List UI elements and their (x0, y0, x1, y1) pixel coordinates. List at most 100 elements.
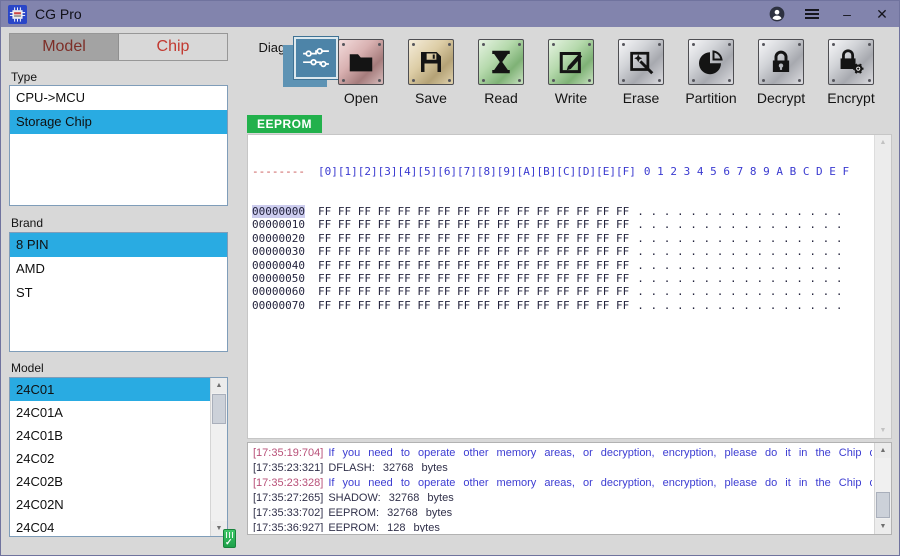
magic-wand-icon (618, 39, 664, 85)
toolbar-button-label: Write (555, 90, 587, 106)
hex-address[interactable]: 00000040 (252, 259, 305, 272)
toolbar-button-label: Save (415, 90, 447, 106)
hex-address[interactable]: 00000070 (252, 299, 305, 312)
log-timestamp: [17:35:23:321] (253, 462, 323, 474)
pie-chart-icon (688, 39, 734, 85)
hex-address[interactable]: 00000020 (252, 232, 305, 245)
hex-content: --------[0][1][2][3][4][5][6][7][8][9][A… (252, 138, 874, 436)
toolbar: Open Save Read Write Erase Partition Decrypt En… (338, 39, 874, 106)
list-item-8-pin[interactable]: 8 PIN (10, 233, 227, 257)
hex-bytes[interactable]: FF FF FF FF FF FF FF FF FF FF FF FF FF F… (318, 259, 629, 272)
hex-bytes[interactable]: FF FF FF FF FF FF FF FF FF FF FF FF FF F… (318, 205, 629, 218)
hex-ascii-header: 0 1 2 3 4 5 6 7 8 9 A B C D E F (644, 165, 849, 178)
close-icon[interactable]: ✕ (872, 4, 892, 24)
list-item-24c01a[interactable]: 24C01A (10, 401, 211, 424)
toolbar-button-encrypt[interactable]: Encrypt (828, 39, 874, 106)
list-item-st[interactable]: ST (10, 281, 227, 305)
log-timestamp: [17:35:23:328] (253, 477, 323, 489)
hex-address[interactable]: 00000010 (252, 218, 305, 231)
list-item-24c02[interactable]: 24C02 (10, 447, 211, 470)
list-item-24c01[interactable]: 24C01 (10, 378, 211, 401)
hex-address[interactable]: 00000030 (252, 245, 305, 258)
floppy-disk-icon (408, 39, 454, 85)
hex-row: 00000050 FF FF FF FF FF FF FF FF FF FF FF… (252, 272, 874, 285)
scrollbar-thumb[interactable] (876, 492, 890, 518)
menu-icon[interactable] (802, 4, 822, 24)
list-item-24c02b[interactable]: 24C02B (10, 470, 211, 493)
tab-bar: Model Chip (9, 33, 228, 61)
hex-bytes[interactable]: FF FF FF FF FF FF FF FF FF FF FF FF FF F… (318, 232, 629, 245)
toolbar-button-label: Partition (685, 90, 736, 106)
list-item-cpu-mcu[interactable]: CPU->MCU (10, 86, 227, 110)
toolbar-button-erase[interactable]: Erase (618, 39, 664, 106)
hex-bytes[interactable]: FF FF FF FF FF FF FF FF FF FF FF FF FF F… (318, 245, 629, 258)
scrollbar-thumb[interactable] (212, 394, 226, 424)
scroll-down-icon[interactable]: ▼ (875, 519, 891, 534)
list-item-24c02n[interactable]: 24C02N (10, 493, 211, 516)
account-icon[interactable] (767, 4, 787, 24)
hex-rows: 00000000 FF FF FF FF FF FF FF FF FF FF FF… (252, 205, 874, 312)
log-message: EEPROM: 128 bytes (328, 522, 440, 532)
tab-model[interactable]: Model (10, 34, 119, 60)
hourglass-icon (478, 39, 524, 85)
toolbar-button-read[interactable]: Read (478, 39, 524, 106)
hex-address[interactable]: 00000060 (252, 285, 305, 298)
hex-address[interactable]: 00000050 (252, 272, 305, 285)
window-title: CG Pro (35, 6, 82, 22)
pencil-square-icon (548, 39, 594, 85)
minimize-icon[interactable]: – (837, 4, 857, 24)
toolbar-button-partition[interactable]: Partition (688, 39, 734, 106)
padlock-icon (758, 39, 804, 85)
hex-ascii[interactable]: . . . . . . . . . . . . . . . . (637, 272, 842, 285)
hex-ascii[interactable]: . . . . . . . . . . . . . . . . (637, 245, 842, 258)
toolbar-button-write[interactable]: Write (548, 39, 594, 106)
type-label: Type (11, 70, 37, 84)
log-panel: [17:35:19:704]If you need to operate oth… (247, 442, 892, 535)
toolbar-button-label: Encrypt (827, 90, 874, 106)
log-timestamp: [17:35:19:704] (253, 447, 323, 459)
menu-bars (805, 7, 819, 21)
memory-area-badge[interactable]: EEPROM (247, 115, 322, 133)
log-timestamp: [17:35:36:927] (253, 522, 323, 532)
hex-ascii[interactable]: . . . . . . . . . . . . . . . . (637, 299, 842, 312)
tab-chip[interactable]: Chip (119, 34, 227, 60)
log-line: [17:35:27:265]SHADOW: 32768 bytes (253, 491, 872, 506)
log-line: [17:35:23:321]DFLASH: 32768 bytes (253, 461, 872, 476)
hex-scrollbar[interactable]: ▲ ▼ (874, 135, 891, 438)
hex-row: 00000060 FF FF FF FF FF FF FF FF FF FF FF… (252, 285, 874, 298)
hex-address[interactable]: 00000000 (252, 205, 305, 218)
log-line: [17:35:23:328]If you need to operate oth… (253, 476, 872, 491)
usb-connected-icon (223, 529, 236, 548)
hex-bytes[interactable]: FF FF FF FF FF FF FF FF FF FF FF FF FF F… (318, 285, 629, 298)
scroll-up-icon[interactable]: ▲ (211, 378, 227, 393)
list-item-24c01b[interactable]: 24C01B (10, 424, 211, 447)
hex-ascii[interactable]: . . . . . . . . . . . . . . . . (637, 205, 842, 218)
log-scrollbar[interactable]: ▲ ▼ (874, 443, 891, 534)
model-label: Model (11, 361, 44, 375)
scroll-up-icon[interactable]: ▲ (875, 443, 891, 458)
model-list-scrollbar[interactable]: ▲ ▼ (210, 378, 227, 536)
hex-row: 00000040 FF FF FF FF FF FF FF FF FF FF FF… (252, 259, 874, 272)
log-lines: [17:35:19:704]If you need to operate oth… (253, 446, 872, 532)
scroll-up-icon[interactable]: ▲ (875, 135, 891, 150)
hex-address-header: -------- (252, 165, 305, 178)
padlock-gear-icon (828, 39, 874, 85)
list-item-amd[interactable]: AMD (10, 257, 227, 281)
hex-bytes[interactable]: FF FF FF FF FF FF FF FF FF FF FF FF FF F… (318, 218, 629, 231)
list-item-24c04[interactable]: 24C04 (10, 516, 211, 537)
toolbar-button-save[interactable]: Save (408, 39, 454, 106)
scroll-down-icon[interactable]: ▼ (875, 423, 891, 438)
hex-ascii[interactable]: . . . . . . . . . . . . . . . . (637, 259, 842, 272)
hex-bytes[interactable]: FF FF FF FF FF FF FF FF FF FF FF FF FF F… (318, 299, 629, 312)
hex-ascii[interactable]: . . . . . . . . . . . . . . . . (637, 232, 842, 245)
hex-bytes[interactable]: FF FF FF FF FF FF FF FF FF FF FF FF FF F… (318, 272, 629, 285)
hex-ascii[interactable]: . . . . . . . . . . . . . . . . (637, 218, 842, 231)
type-list: CPU->MCUStorage Chip (9, 85, 228, 206)
log-message: SHADOW: 32768 bytes (328, 492, 453, 504)
diagram-button[interactable]: Diagram (245, 37, 321, 55)
app-logo-icon (8, 5, 27, 24)
hex-ascii[interactable]: . . . . . . . . . . . . . . . . (637, 285, 842, 298)
list-item-storage-chip[interactable]: Storage Chip (10, 110, 227, 134)
toolbar-button-open[interactable]: Open (338, 39, 384, 106)
toolbar-button-decrypt[interactable]: Decrypt (758, 39, 804, 106)
